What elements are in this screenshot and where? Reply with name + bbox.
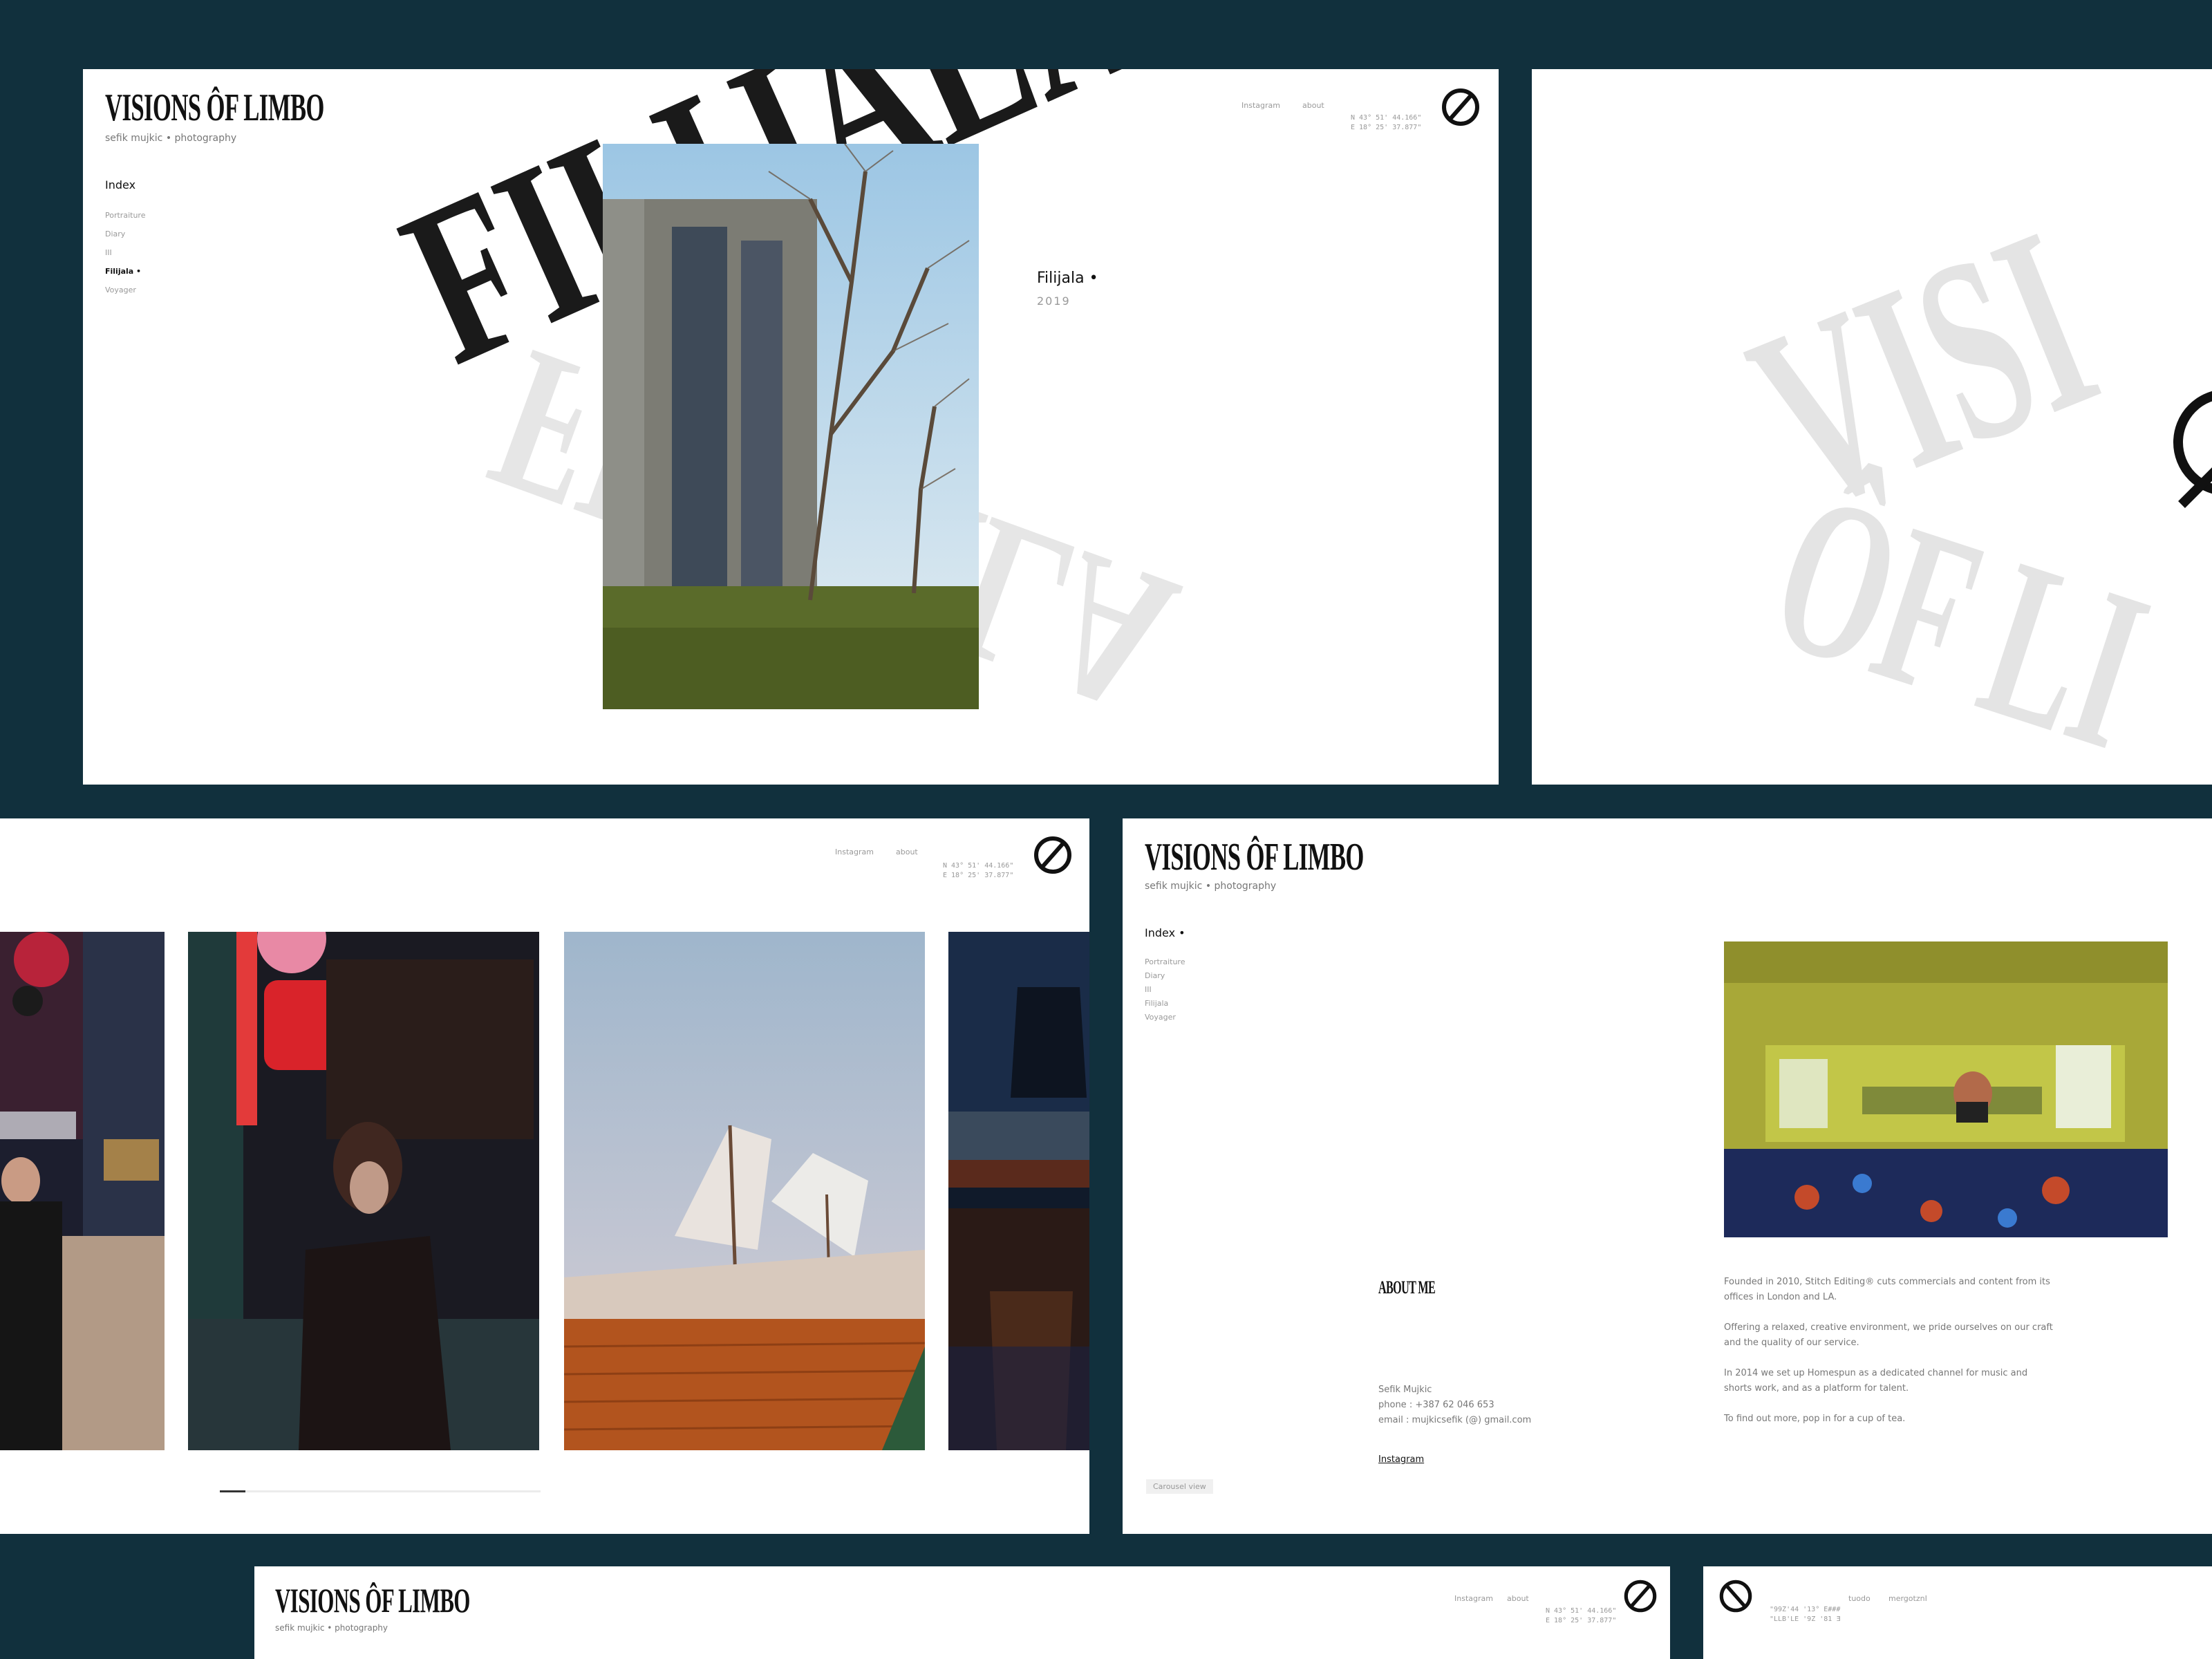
about-heading: ABOUT ME: [1378, 1277, 1436, 1297]
project-title: Filijala •: [1037, 270, 1098, 287]
contact-email[interactable]: email : mujkicsefik (@) gmail.com: [1378, 1413, 1531, 1428]
nav-instagram-link[interactable]: Instagram: [835, 847, 874, 856]
bio-paragraph: In 2014 we set up Homespun as a dedicate…: [1724, 1368, 2028, 1394]
header-preview-panel: VISIONS ÔF LIMBO sefik mujkic • photogra…: [254, 1566, 1670, 1659]
site-tagline: sefik mujkic • photography: [275, 1623, 388, 1633]
bio-paragraph: To find out more, pop in for a cup of te…: [1724, 1414, 1906, 1424]
index-item-diary[interactable]: Diary: [105, 225, 145, 243]
nav-instagram-link[interactable]: Instagram: [1241, 101, 1280, 110]
brand-mark-icon[interactable]: [1033, 835, 1073, 878]
gallery-photo-street-man[interactable]: [0, 932, 165, 1450]
coordinates-readout: N 43° 51' 44.166" E 18° 25' 37.877": [943, 862, 1014, 879]
gallery-photo-ship-restaurant[interactable]: [564, 932, 925, 1450]
index-item-filijala[interactable]: Filijala •: [105, 262, 145, 281]
about-instagram-link[interactable]: Instagram: [1378, 1454, 1424, 1465]
carousel-view-button[interactable]: Carousel view: [1146, 1479, 1213, 1494]
project-cover-photo[interactable]: [603, 144, 979, 709]
index-item-voyager[interactable]: Voyager: [105, 281, 145, 299]
gallery-photo-cafe-interior[interactable]: [948, 932, 1089, 1450]
landing-subtitle-background: ÔF LI: [1747, 444, 2173, 785]
mirrored-nav-about-link[interactable]: tuodo: [1848, 1594, 1871, 1603]
gallery-photo-neon-portrait[interactable]: [188, 932, 539, 1450]
site-logo[interactable]: VISIONS ÔF LIMBO: [275, 1580, 470, 1620]
index-menu: Portraiture Diary III Filijala • Voyager: [105, 206, 145, 299]
nav-about-link[interactable]: about: [896, 847, 918, 856]
mirrored-header-panel: "99Z'44 '13° E### "LLB'LE '9Z '81 Ǝ tuodo…: [1703, 1566, 2212, 1659]
index-item-iii[interactable]: III: [105, 243, 145, 262]
nav-about-link[interactable]: about: [1302, 101, 1324, 110]
brand-mark-icon[interactable]: [1623, 1579, 1658, 1616]
site-logo[interactable]: VISIONS ÔF LIMBO: [105, 86, 324, 130]
contact-phone: phone : +387 62 046 653: [1378, 1400, 1494, 1410]
brand-mark-icon[interactable]: [1718, 1579, 1753, 1616]
index-item-portraiture[interactable]: Portraiture: [1145, 955, 1185, 969]
landing-page-panel: VISI ÔF LI: [1532, 69, 2212, 785]
carousel-scroll-track[interactable]: [220, 1490, 541, 1492]
mirrored-nav-instagram-link[interactable]: mergotznI: [1888, 1594, 1927, 1603]
large-brand-mark-icon: [2161, 366, 2212, 521]
project-page-panel: VISIONS ÔF LIMBO sefik mujkic • photogra…: [83, 69, 1499, 785]
site-tagline: sefik mujkic • photography: [1145, 881, 1277, 892]
index-menu: Portraiture Diary III Filijala Voyager: [1145, 955, 1185, 1024]
index-heading: Index •: [1145, 926, 1185, 939]
nav-about-link[interactable]: about: [1507, 1594, 1529, 1603]
nav-instagram-link[interactable]: Instagram: [1454, 1594, 1493, 1603]
brand-mark-icon[interactable]: [1441, 87, 1481, 130]
mirrored-coordinates-readout: "99Z'44 '13° E### "LLB'LE '9Z '81 Ǝ: [1770, 1606, 1841, 1623]
index-item-diary[interactable]: Diary: [1145, 969, 1185, 983]
bio-paragraph: Founded in 2010, Stitch Editing® cuts co…: [1724, 1277, 2050, 1302]
index-item-voyager[interactable]: Voyager: [1145, 1011, 1185, 1024]
about-page-panel: VISIONS ÔF LIMBO sefik mujkic • photogra…: [1123, 818, 2212, 1534]
gallery-carousel-panel: Instagram about N 43° 51' 44.166" E 18° 2…: [0, 818, 1089, 1534]
coordinates-readout: N 43° 51' 44.166" E 18° 25' 37.877": [1546, 1607, 1617, 1624]
index-item-iii[interactable]: III: [1145, 983, 1185, 997]
contact-name: Sefik Mujkic: [1378, 1385, 1432, 1395]
site-logo[interactable]: VISIONS ÔF LIMBO: [1145, 835, 1364, 879]
coordinates-readout: N 43° 51' 44.166" E 18° 25' 37.877": [1351, 114, 1422, 131]
bio-paragraph: Offering a relaxed, creative environment…: [1724, 1322, 2053, 1348]
carousel-scroll-thumb[interactable]: [220, 1490, 246, 1492]
index-item-filijala[interactable]: Filijala: [1145, 997, 1185, 1011]
about-contact-block: Sefik Mujkic phone : +387 62 046 653 ema…: [1378, 1382, 1531, 1428]
index-item-portraiture[interactable]: Portraiture: [105, 206, 145, 225]
project-year: 2019: [1037, 294, 1071, 308]
about-bio: Founded in 2010, Stitch Editing® cuts co…: [1724, 1275, 2056, 1427]
about-portrait-photo: [1724, 941, 2168, 1237]
index-heading: Index: [105, 178, 136, 191]
site-tagline: sefik mujkic • photography: [105, 133, 237, 144]
